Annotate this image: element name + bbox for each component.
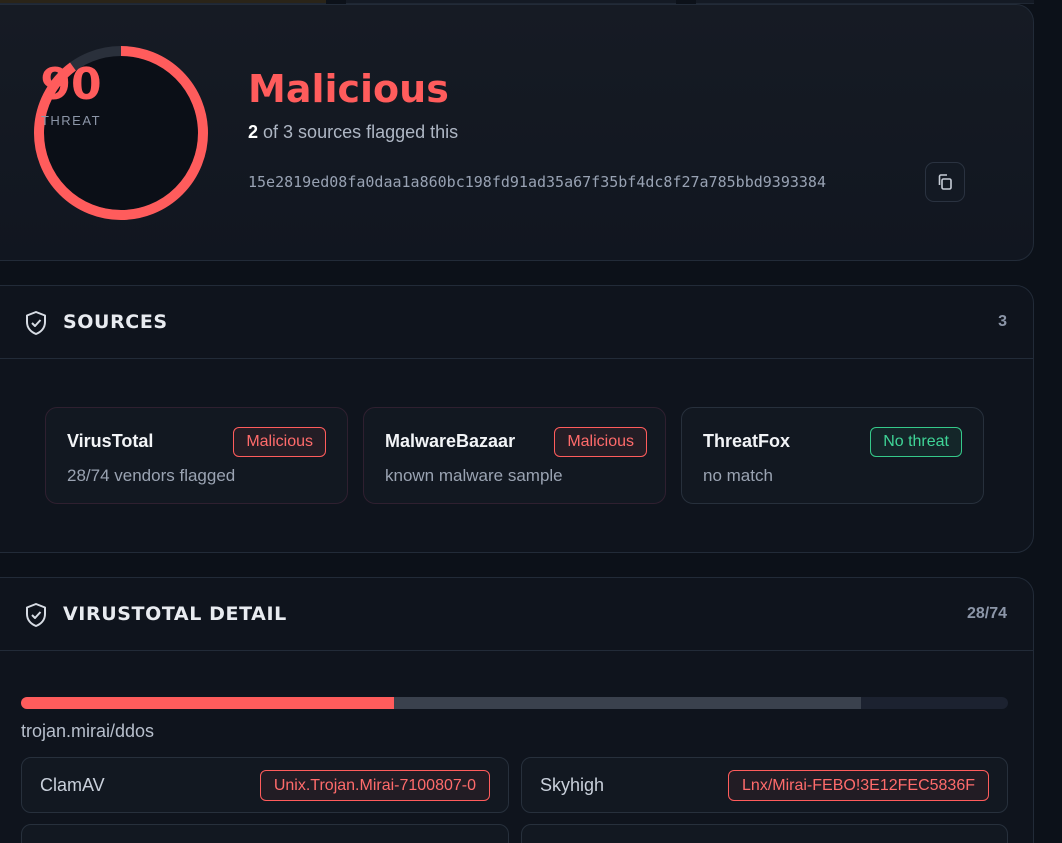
sources-title: SOURCES <box>63 311 168 333</box>
detection-bar-malicious <box>21 697 395 709</box>
virustotal-count: 28/74 <box>966 605 1007 622</box>
shield-check-icon <box>26 311 46 335</box>
source-card-threatfox[interactable]: ThreatFox No threat no match <box>681 407 984 504</box>
detection-bar-undetected <box>394 697 861 709</box>
source-status-badge: No threat <box>870 427 962 457</box>
virustotal-header[interactable]: VIRUSTOTAL DETAIL 28/74 <box>0 578 1033 651</box>
flagged-count: 2 <box>248 122 259 142</box>
virustotal-detail-section: VIRUSTOTAL DETAIL 28/74 trojan.mirai/ddo… <box>0 577 1034 843</box>
popular-threat-label: trojan.mirai/ddos <box>21 721 155 741</box>
source-name: MalwareBazaar <box>385 431 516 451</box>
virustotal-title: VIRUSTOTAL DETAIL <box>63 603 287 625</box>
source-card-malwarebazaar[interactable]: MalwareBazaar Malicious known malware sa… <box>363 407 666 504</box>
source-description: 28/74 vendors flagged <box>67 466 236 485</box>
vendor-name: Skyhigh <box>540 775 605 795</box>
copy-hash-button[interactable] <box>925 162 965 202</box>
source-description: no match <box>703 466 773 485</box>
flagged-suffix: of 3 sources flagged this <box>263 122 459 142</box>
source-description: known malware sample <box>385 466 563 485</box>
vendor-row: Skyhigh Lnx/Mirai-FEBO!3E12FEC5836F <box>521 757 1008 813</box>
threat-summary-card: 90 THREAT Malicious 2 of 3 sources flagg… <box>0 4 1034 261</box>
copy-icon <box>938 174 952 190</box>
vendor-result: Lnx/Mirai-FEBO!3E12FEC5836F <box>728 770 989 801</box>
file-hash: 15e2819ed08fa0daa1a860bc198fd91ad35a67f3… <box>248 173 826 191</box>
vendor-row-partial <box>21 824 509 843</box>
vendor-result: Unix.Trojan.Mirai-7100807-0 <box>259 770 490 801</box>
page: 90 THREAT Malicious 2 of 3 sources flagg… <box>0 0 1062 843</box>
flagged-summary: 2 of 3 sources flagged this <box>248 122 458 143</box>
source-card-virustotal[interactable]: VirusTotal Malicious 28/74 vendors flagg… <box>45 407 348 504</box>
verdict-title: Malicious <box>248 67 449 111</box>
source-status-badge: Malicious <box>233 427 326 457</box>
threat-score: 90 <box>40 59 102 110</box>
threat-score-label: THREAT <box>40 113 102 128</box>
shield-check-icon <box>26 603 46 627</box>
detection-ratio-bar <box>21 697 1008 709</box>
vendor-row-partial <box>521 824 1008 843</box>
source-name: VirusTotal <box>67 431 154 451</box>
source-name: ThreatFox <box>703 431 791 451</box>
sources-header[interactable]: SOURCES 3 <box>0 286 1033 359</box>
sources-section: SOURCES 3 VirusTotal Malicious 28/74 ven… <box>0 285 1034 553</box>
vendor-row: ClamAV Unix.Trojan.Mirai-7100807-0 <box>21 757 509 813</box>
sources-count: 3 <box>998 313 1007 330</box>
vendor-name: ClamAV <box>40 775 105 795</box>
source-status-badge: Malicious <box>554 427 647 457</box>
